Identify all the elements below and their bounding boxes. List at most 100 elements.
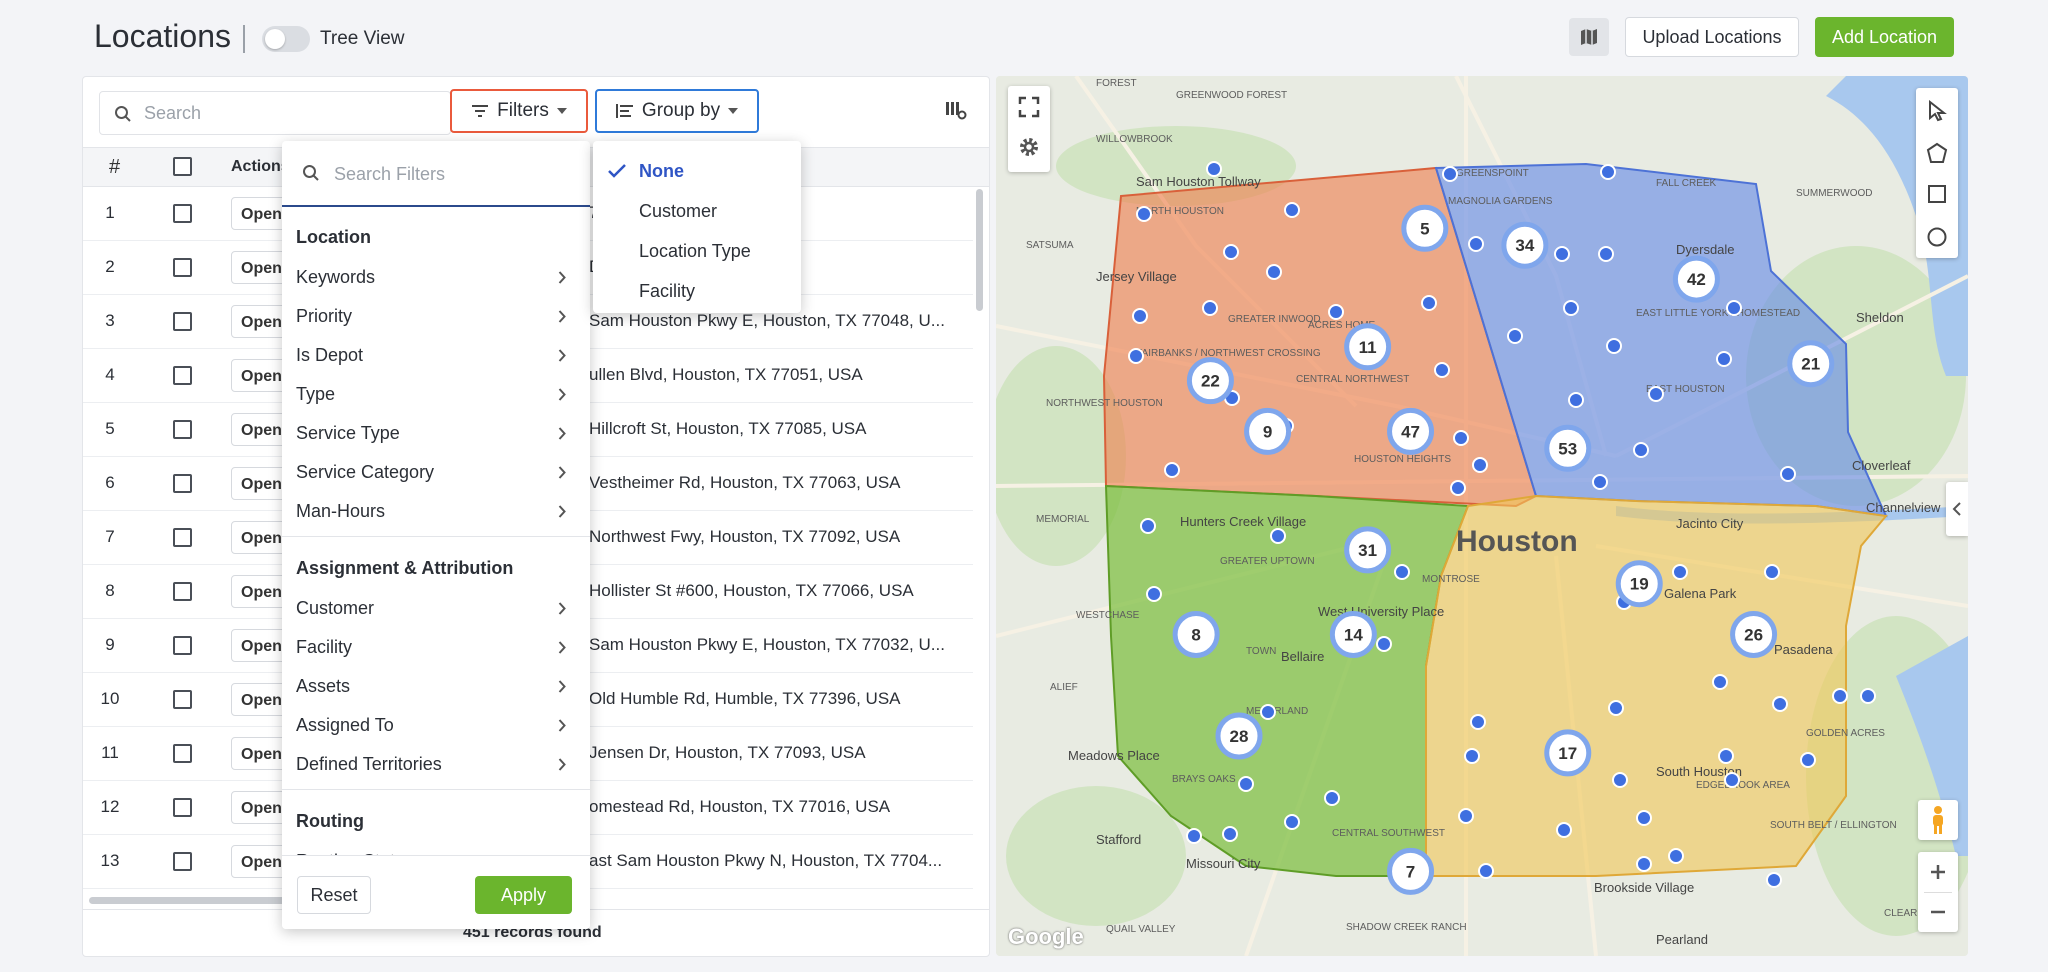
group-by-option[interactable]: Location Type: [593, 231, 801, 271]
cluster-marker[interactable]: 53: [1544, 424, 1592, 472]
location-marker[interactable]: [1608, 700, 1624, 716]
street-view-pegman[interactable]: [1918, 800, 1958, 840]
tree-view-toggle[interactable]: [262, 26, 310, 52]
filter-item[interactable]: Type: [282, 376, 590, 412]
cluster-marker[interactable]: 28: [1215, 712, 1263, 760]
location-marker[interactable]: [1636, 810, 1652, 826]
location-marker[interactable]: [1146, 586, 1162, 602]
location-marker[interactable]: [1472, 457, 1488, 473]
search-input[interactable]: [144, 100, 434, 126]
cluster-marker[interactable]: 31: [1344, 526, 1392, 574]
location-marker[interactable]: [1132, 308, 1148, 324]
location-marker[interactable]: [1724, 772, 1740, 788]
location-marker[interactable]: [1453, 430, 1469, 446]
location-marker[interactable]: [1772, 696, 1788, 712]
cluster-marker[interactable]: 5: [1401, 204, 1449, 252]
location-marker[interactable]: [1606, 338, 1622, 354]
location-marker[interactable]: [1376, 636, 1392, 652]
fullscreen-icon[interactable]: [1018, 96, 1040, 118]
circle-icon[interactable]: [1926, 226, 1948, 248]
location-marker[interactable]: [1421, 295, 1437, 311]
filters-search-input[interactable]: [334, 161, 574, 187]
filter-item[interactable]: Keywords: [282, 259, 590, 295]
location-marker[interactable]: [1450, 480, 1466, 496]
location-marker[interactable]: [1612, 772, 1628, 788]
horizontal-scrollbar[interactable]: [89, 897, 289, 904]
row-checkbox[interactable]: [173, 528, 192, 547]
row-checkbox[interactable]: [173, 636, 192, 655]
map-view-button[interactable]: [1569, 18, 1609, 56]
group-by-option[interactable]: Customer: [593, 191, 801, 231]
location-marker[interactable]: [1554, 246, 1570, 262]
group-by-button[interactable]: Group by: [595, 89, 759, 133]
cluster-marker[interactable]: 17: [1544, 729, 1592, 777]
location-marker[interactable]: [1434, 362, 1450, 378]
location-marker[interactable]: [1284, 202, 1300, 218]
pointer-icon[interactable]: [1927, 100, 1947, 122]
location-marker[interactable]: [1648, 386, 1664, 402]
location-marker[interactable]: [1600, 164, 1616, 180]
cluster-marker[interactable]: 42: [1672, 255, 1720, 303]
upload-locations-button[interactable]: Upload Locations: [1625, 17, 1799, 57]
cluster-marker[interactable]: 7: [1387, 847, 1435, 895]
location-marker[interactable]: [1140, 518, 1156, 534]
location-marker[interactable]: [1442, 166, 1458, 182]
cluster-marker[interactable]: 19: [1615, 560, 1663, 608]
location-marker[interactable]: [1128, 348, 1144, 364]
collapse-map-button[interactable]: [1946, 482, 1968, 536]
select-all-checkbox[interactable]: [173, 157, 192, 176]
filter-item[interactable]: Facility: [282, 629, 590, 665]
filter-item[interactable]: Assets: [282, 668, 590, 704]
map-canvas[interactable]: FOREST GREENWOOD FOREST WILLOWBROOK Sam Hou…: [996, 76, 1968, 956]
filter-item[interactable]: Priority: [282, 298, 590, 334]
location-marker[interactable]: [1592, 474, 1608, 490]
group-by-option[interactable]: Facility: [593, 271, 801, 311]
location-marker[interactable]: [1478, 863, 1494, 879]
location-marker[interactable]: [1672, 564, 1688, 580]
cluster-marker[interactable]: 22: [1186, 357, 1234, 405]
vertical-scrollbar[interactable]: [976, 189, 983, 311]
cluster-marker[interactable]: 47: [1387, 407, 1435, 455]
filter-item[interactable]: Assigned To: [282, 707, 590, 743]
location-marker[interactable]: [1266, 264, 1282, 280]
row-checkbox[interactable]: [173, 582, 192, 601]
cluster-marker[interactable]: 11: [1344, 323, 1392, 371]
row-checkbox[interactable]: [173, 258, 192, 277]
zoom-in-icon[interactable]: [1929, 863, 1947, 881]
location-marker[interactable]: [1238, 776, 1254, 792]
add-location-button[interactable]: Add Location: [1815, 17, 1954, 57]
filter-item[interactable]: Service Category: [282, 454, 590, 490]
column-settings-button[interactable]: [945, 101, 967, 126]
location-marker[interactable]: [1726, 300, 1742, 316]
location-marker[interactable]: [1186, 828, 1202, 844]
location-marker[interactable]: [1270, 528, 1286, 544]
zoom-out-icon[interactable]: [1929, 903, 1947, 921]
rectangle-icon[interactable]: [1927, 184, 1947, 204]
row-checkbox[interactable]: [173, 744, 192, 763]
location-marker[interactable]: [1260, 704, 1276, 720]
location-marker[interactable]: [1324, 790, 1340, 806]
row-checkbox[interactable]: [173, 690, 192, 709]
filter-item[interactable]: Is Depot: [282, 337, 590, 373]
row-checkbox[interactable]: [173, 312, 192, 331]
cluster-marker[interactable]: 26: [1730, 610, 1778, 658]
location-marker[interactable]: [1636, 856, 1652, 872]
location-marker[interactable]: [1598, 246, 1614, 262]
location-marker[interactable]: [1468, 236, 1484, 252]
location-marker[interactable]: [1458, 808, 1474, 824]
location-marker[interactable]: [1164, 462, 1180, 478]
cluster-marker[interactable]: 9: [1244, 407, 1292, 455]
row-checkbox[interactable]: [173, 204, 192, 223]
location-marker[interactable]: [1780, 466, 1796, 482]
row-checkbox[interactable]: [173, 420, 192, 439]
cluster-marker[interactable]: 34: [1501, 221, 1549, 269]
location-marker[interactable]: [1764, 564, 1780, 580]
location-marker[interactable]: [1470, 714, 1486, 730]
reset-button[interactable]: Reset: [297, 876, 371, 914]
cluster-marker[interactable]: 21: [1787, 340, 1835, 388]
location-marker[interactable]: [1556, 822, 1572, 838]
map[interactable]: FOREST GREENWOOD FOREST WILLOWBROOK Sam Hou…: [996, 76, 1968, 956]
location-marker[interactable]: [1284, 814, 1300, 830]
location-marker[interactable]: [1328, 304, 1344, 320]
row-checkbox[interactable]: [173, 852, 192, 871]
